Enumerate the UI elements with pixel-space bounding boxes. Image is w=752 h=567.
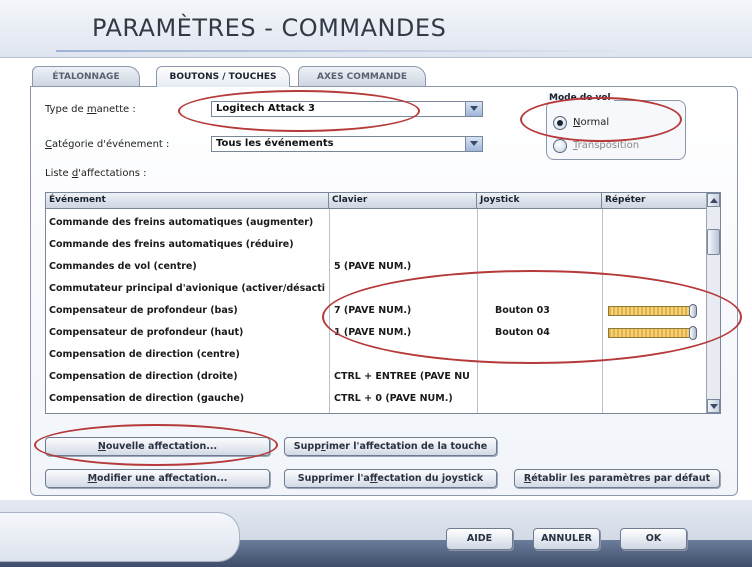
event-category-value: Tous les événements: [216, 138, 334, 149]
modify-assignment-button[interactable]: Modifier une affectation...: [45, 469, 270, 488]
table-row[interactable]: Compensateur de profondeur (bas) 7 (PAVE …: [46, 300, 708, 321]
repeat-slider[interactable]: [608, 304, 697, 318]
row-keyboard-cell: CTRL + 0 (PAVE NUM.): [334, 393, 453, 404]
row-keyboard-cell: 1 (PAVE NUM.): [334, 327, 412, 338]
table-header: Événement Clavier Joystick Répéter: [46, 193, 708, 209]
row-event-cell: Compensation de direction (centre): [49, 349, 240, 360]
row-joystick-cell: [495, 388, 597, 409]
chevron-down-icon[interactable]: [465, 137, 482, 151]
title-underline: [56, 50, 616, 52]
row-joystick-cell: [495, 278, 597, 299]
row-keyboard-cell: [334, 344, 476, 365]
radio-transposition[interactable]: [553, 139, 567, 153]
col-header-joystick[interactable]: Joystick: [477, 193, 602, 209]
table-row[interactable]: Commandes de vol (centre) 5 (PAVE NUM.): [46, 256, 708, 277]
row-event-cell: Compensateur de profondeur (bas): [49, 305, 238, 316]
row-keyboard-cell: [334, 212, 476, 233]
tab-axes[interactable]: AXES COMMANDE: [298, 66, 426, 86]
row-event-cell: Compensateur de profondeur (haut): [49, 327, 244, 338]
event-category-select[interactable]: Tous les événements: [211, 136, 483, 152]
table-row[interactable]: Commande des freins automatiques (augmen…: [46, 212, 708, 233]
radio-transposition-label[interactable]: Transposition: [573, 140, 639, 151]
repeat-slider[interactable]: [608, 326, 697, 340]
col-header-event[interactable]: Événement: [46, 193, 329, 209]
table-row[interactable]: Commande des freins automatiques (réduir…: [46, 234, 708, 255]
row-event-cell: Commande des freins automatiques (réduir…: [49, 239, 294, 250]
radio-normal[interactable]: [553, 116, 567, 130]
new-assignment-button[interactable]: Nouvelle affectation...: [45, 437, 270, 456]
row-event-cell: Commandes de vol (centre): [49, 261, 197, 272]
table-row[interactable]: Compensateur de profondeur (haut) 1 (PAVE…: [46, 322, 708, 343]
row-event-cell: Commutateur principal d'avionique (activ…: [49, 283, 326, 294]
table-row[interactable]: Commutateur principal d'avionique (activ…: [46, 278, 708, 299]
row-joystick-cell: Bouton 03: [495, 305, 550, 316]
row-joystick-cell: [495, 366, 597, 387]
window-title: PARAMÈTRES - COMMANDES: [92, 14, 447, 42]
event-category-label: Catégorie d'événement :: [45, 139, 170, 150]
controller-type-value: Logitech Attack 3: [216, 103, 315, 114]
delete-joystick-assignment-button[interactable]: Supprimer l'affectation du joystick: [284, 469, 497, 488]
row-keyboard-cell: CTRL + ENTREE (PAVE NU: [334, 371, 470, 382]
cancel-button[interactable]: ANNULER: [533, 528, 600, 550]
table-row[interactable]: Compensation de direction (gauche) CTRL +…: [46, 388, 708, 409]
row-keyboard-cell: 7 (PAVE NUM.): [334, 305, 412, 316]
radio-normal-label[interactable]: Normal: [573, 117, 609, 128]
row-keyboard-cell: [334, 234, 476, 255]
controller-type-label: Type de manette :: [45, 104, 136, 115]
ok-button[interactable]: OK: [620, 528, 687, 550]
row-joystick-cell: [495, 256, 597, 277]
table-scrollbar[interactable]: [706, 193, 720, 413]
scroll-up-arrow-icon[interactable]: [707, 193, 720, 207]
footer-bar: AIDE ANNULER OK: [0, 500, 752, 567]
col-header-repeat[interactable]: Répéter: [602, 193, 708, 209]
row-joystick-cell: Bouton 04: [495, 327, 550, 338]
flight-mode-group: [546, 100, 686, 160]
row-keyboard-cell: [334, 278, 476, 299]
table-row[interactable]: Compensation de direction (centre): [46, 344, 708, 365]
table-row[interactable]: Compensation de direction (droite) CTRL +…: [46, 366, 708, 387]
tab-buttons-keys[interactable]: BOUTONS / TOUCHES: [156, 66, 290, 87]
assignments-label: Liste d'affectations :: [45, 168, 147, 179]
row-event-cell: Compensation de direction (gauche): [49, 393, 245, 404]
restore-defaults-button[interactable]: Rétablir les paramètres par défaut: [514, 469, 720, 488]
title-bar: PARAMÈTRES - COMMANDES: [0, 0, 752, 58]
row-event-cell: Commande des freins automatiques (augmen…: [49, 217, 314, 228]
row-keyboard-cell: 5 (PAVE NUM.): [334, 261, 412, 272]
slider-handle[interactable]: [689, 304, 697, 318]
row-event-cell: Compensation de direction (droite): [49, 371, 238, 382]
row-joystick-cell: [495, 344, 597, 365]
row-joystick-cell: [495, 212, 597, 233]
footer-decoration: [0, 512, 240, 562]
controller-type-select[interactable]: Logitech Attack 3: [211, 101, 483, 117]
flight-mode-title: Mode de vol: [546, 93, 614, 103]
help-button[interactable]: AIDE: [446, 528, 513, 550]
slider-handle[interactable]: [689, 326, 697, 340]
scroll-thumb[interactable]: [707, 229, 720, 255]
chevron-down-icon[interactable]: [465, 102, 482, 116]
tab-calibration[interactable]: ÉTALONNAGE: [32, 66, 140, 86]
scroll-down-arrow-icon[interactable]: [707, 399, 720, 413]
assignments-table: Événement Clavier Joystick Répéter Comma…: [45, 192, 721, 414]
delete-key-assignment-button[interactable]: Supprimer l'affectation de la touche: [284, 437, 497, 456]
row-joystick-cell: [495, 234, 597, 255]
col-header-keyboard[interactable]: Clavier: [329, 193, 477, 209]
